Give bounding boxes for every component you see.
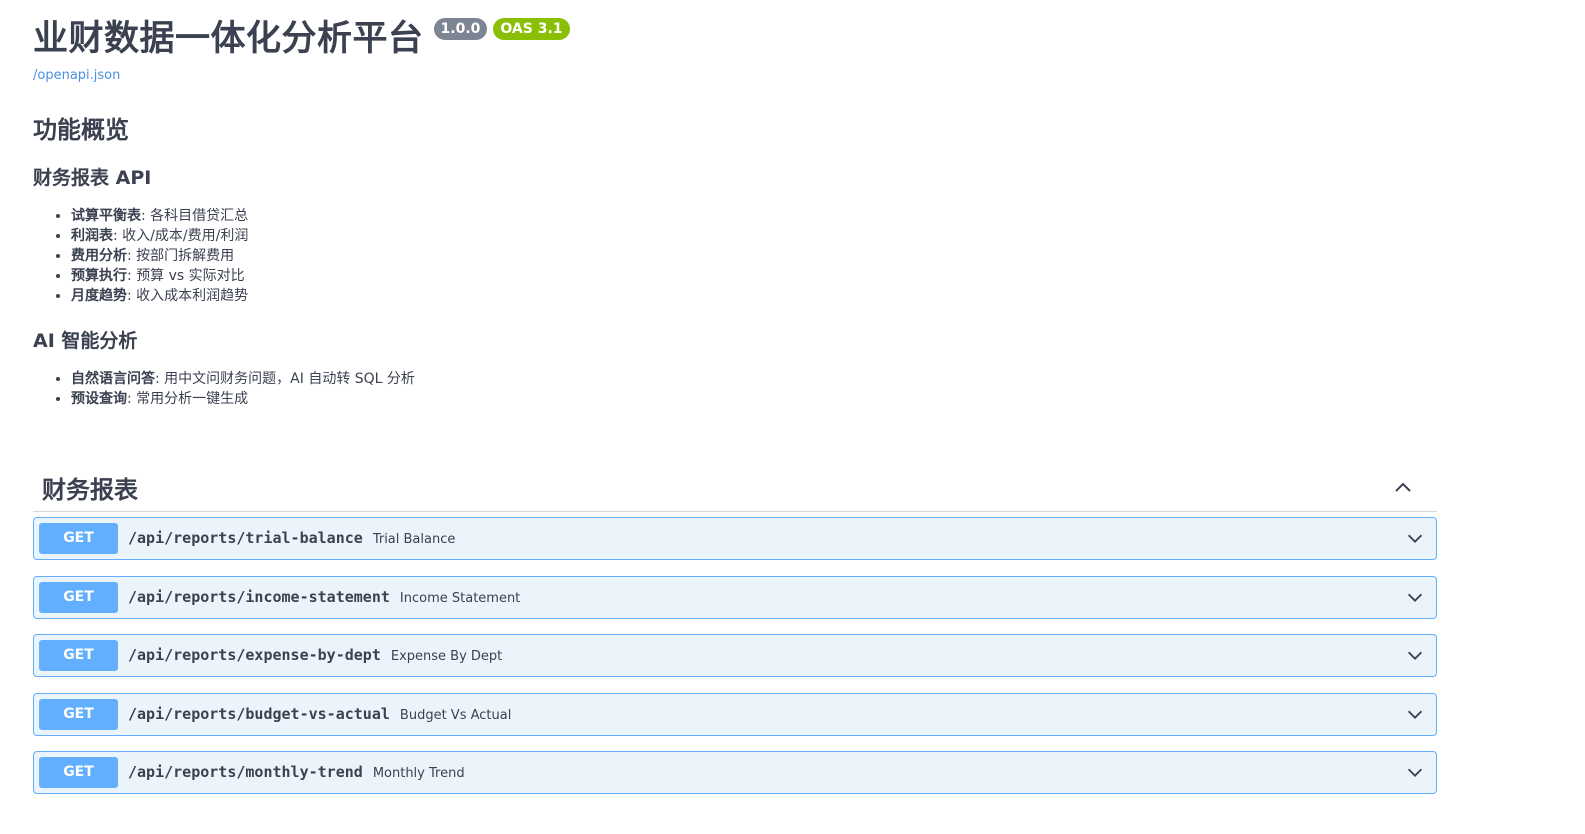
operation-row[interactable]: GET /api/reports/budget-vs-actual Budget… [33,693,1437,736]
list-item: 自然语言问答: 用中文问财务问题，AI 自动转 SQL 分析 [71,369,415,389]
operation-summary: Monthly Trend [372,766,465,781]
feature-desc: : 用中文问财务问题，AI 自动转 SQL 分析 [155,371,415,387]
list-item: 费用分析: 按部门拆解费用 [71,246,248,266]
reports-feature-list: 试算平衡表: 各科目借贷汇总 利润表: 收入/成本/费用/利润 费用分析: 按部… [33,206,248,306]
section-header-financial-reports[interactable]: 财务报表 [33,464,1437,512]
title-row: 业财数据一体化分析平台 1.0.0 OAS 3.1 [33,14,570,64]
feature-name: 试算平衡表 [71,208,141,224]
operation-summary: Income Statement [399,591,521,606]
feature-desc: : 按部门拆解费用 [127,248,235,264]
operation-path: /api/reports/income-statement Income Sta… [128,588,520,606]
chevron-up-icon[interactable] [1391,476,1415,500]
feature-name: 自然语言问答 [71,371,155,387]
feature-desc: : 收入/成本/费用/利润 [113,228,249,244]
chevron-down-icon[interactable] [1404,703,1426,725]
operation-row[interactable]: GET /api/reports/income-statement Income… [33,576,1437,619]
feature-name: 利润表 [71,228,113,244]
method-badge: GET [39,640,118,671]
page-title: 业财数据一体化分析平台 [33,19,424,59]
operation-summary: Trial Balance [372,532,456,547]
operation-path: /api/reports/expense-by-dept Expense By … [128,646,502,664]
chevron-down-icon[interactable] [1404,644,1426,666]
chevron-down-icon[interactable] [1404,761,1426,783]
method-badge: GET [39,523,118,554]
path-text: /api/reports/income-statement [128,588,390,606]
list-item: 试算平衡表: 各科目借贷汇总 [71,206,248,226]
method-badge: GET [39,757,118,788]
ai-feature-list: 自然语言问答: 用中文问财务问题，AI 自动转 SQL 分析 预设查询: 常用分… [33,369,415,409]
list-item: 预算执行: 预算 vs 实际对比 [71,266,248,286]
path-text: /api/reports/budget-vs-actual [128,705,390,723]
list-item: 利润表: 收入/成本/费用/利润 [71,226,248,246]
path-text: /api/reports/trial-balance [128,529,363,547]
section-title: 财务报表 [42,476,138,504]
feature-desc: : 各科目借贷汇总 [141,208,249,224]
oas-badge: OAS 3.1 [493,18,570,40]
chevron-down-icon[interactable] [1404,586,1426,608]
list-item: 月度趋势: 收入成本利润趋势 [71,286,248,306]
operation-path: /api/reports/budget-vs-actual Budget Vs … [128,705,511,723]
version-badge: 1.0.0 [433,18,488,40]
feature-desc: : 常用分析一键生成 [127,391,249,407]
path-text: /api/reports/monthly-trend [128,763,363,781]
overview-heading: 功能概览 [33,116,129,144]
chevron-down-icon[interactable] [1404,527,1426,549]
swagger-page: 业财数据一体化分析平台 1.0.0 OAS 3.1 /openapi.json … [0,0,1585,834]
reports-api-heading: 财务报表 API [33,167,152,189]
method-badge: GET [39,699,118,730]
feature-desc: : 预算 vs 实际对比 [127,268,245,284]
operation-summary: Expense By Dept [390,649,503,664]
operation-row[interactable]: GET /api/reports/expense-by-dept Expense… [33,634,1437,677]
feature-name: 预设查询 [71,391,127,407]
feature-name: 月度趋势 [71,288,127,304]
operation-path: /api/reports/trial-balance Trial Balance [128,529,455,547]
feature-name: 预算执行 [71,268,127,284]
path-text: /api/reports/expense-by-dept [128,646,381,664]
feature-name: 费用分析 [71,248,127,264]
operation-path: /api/reports/monthly-trend Monthly Trend [128,763,465,781]
list-item: 预设查询: 常用分析一键生成 [71,389,415,409]
method-badge: GET [39,582,118,613]
operation-row[interactable]: GET /api/reports/trial-balance Trial Bal… [33,517,1437,560]
openapi-json-link[interactable]: /openapi.json [33,68,120,83]
operation-summary: Budget Vs Actual [399,708,512,723]
operation-row[interactable]: GET /api/reports/monthly-trend Monthly T… [33,751,1437,794]
feature-desc: : 收入成本利润趋势 [127,288,249,304]
ai-analysis-heading: AI 智能分析 [33,330,138,352]
